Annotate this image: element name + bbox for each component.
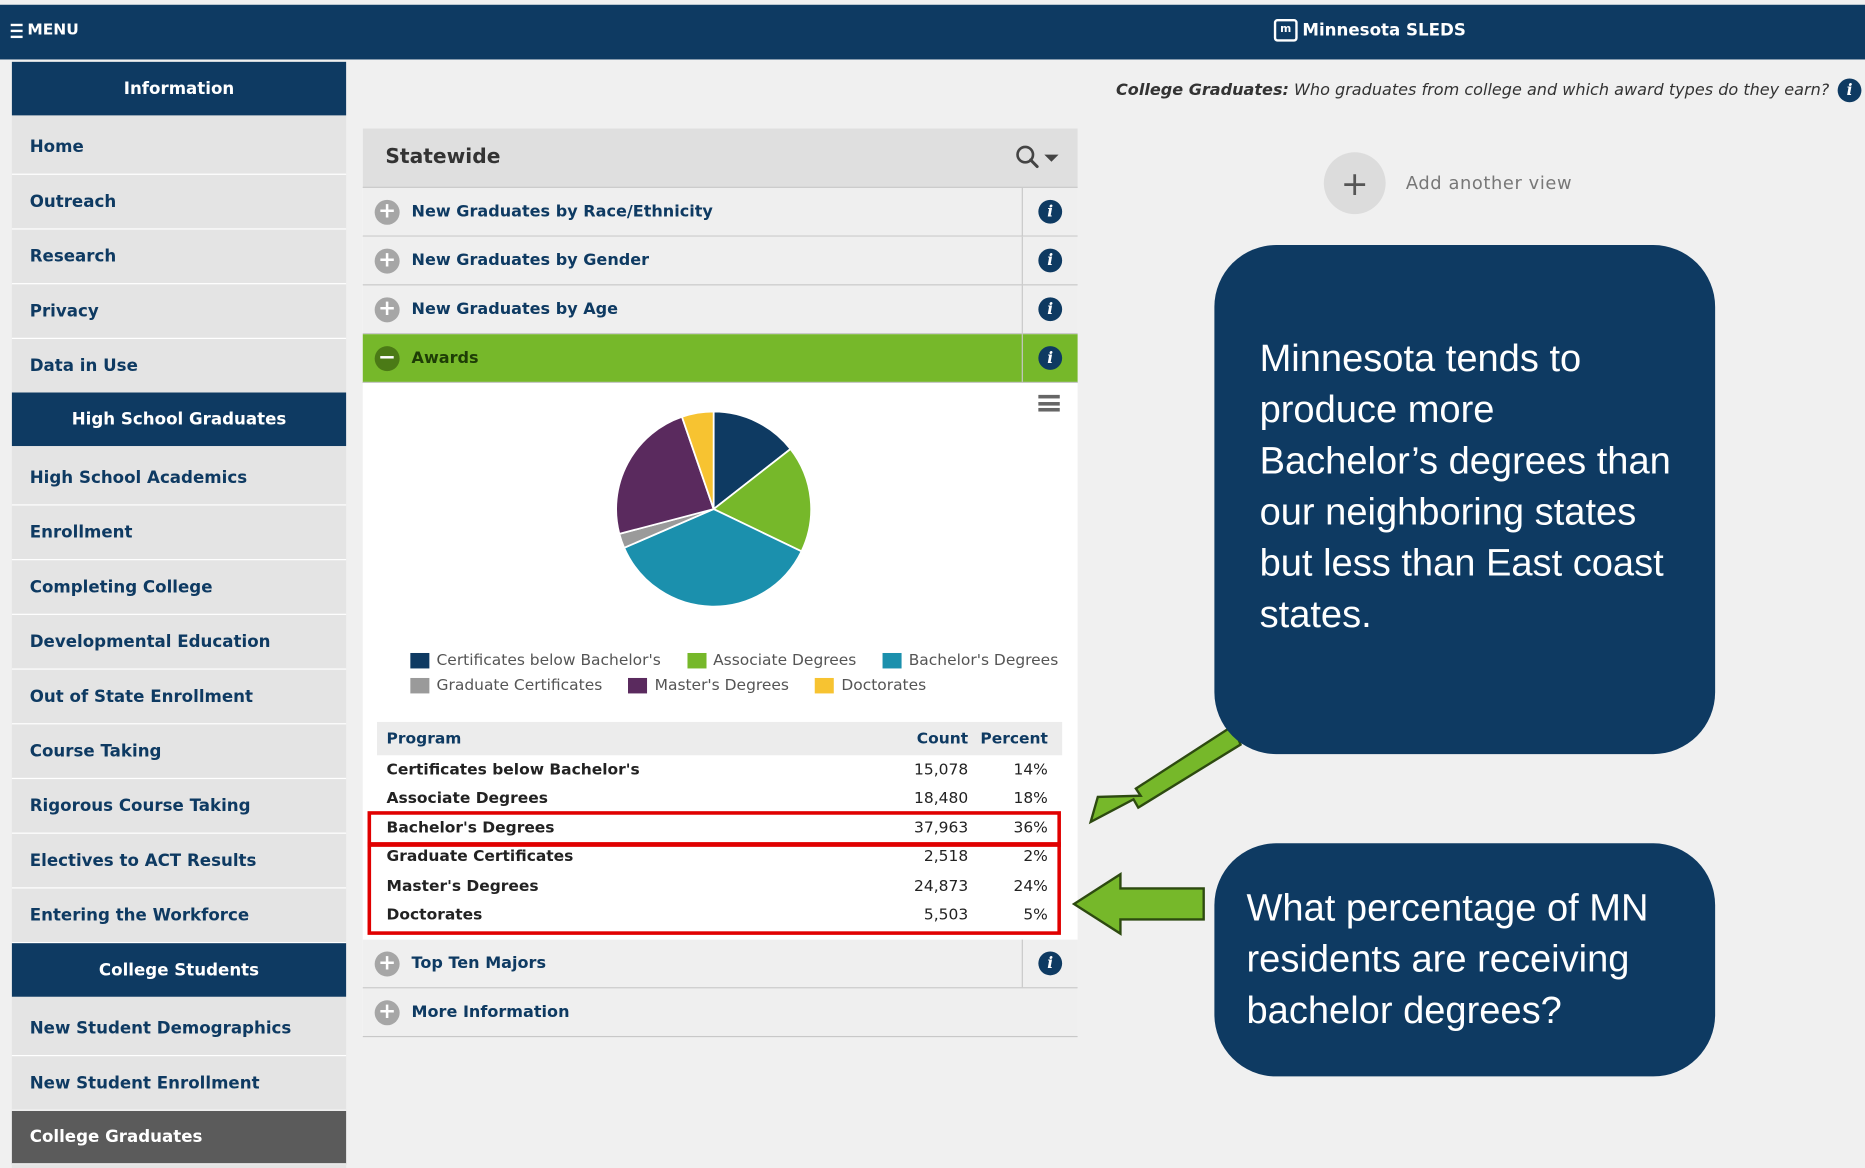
legend-label: Associate Degrees xyxy=(713,651,857,670)
sleds-logo-icon: m xyxy=(1273,19,1298,42)
search-dropdown-icon[interactable] xyxy=(1015,144,1063,170)
expand-plus-icon[interactable]: + xyxy=(374,199,400,225)
page-question-text: Who graduates from college and which awa… xyxy=(1288,80,1830,100)
section-more-information[interactable]: + More Information xyxy=(362,988,1078,1038)
table-header: Program Count Percent xyxy=(377,721,1063,756)
legend-item[interactable]: Bachelor's Degrees xyxy=(882,651,1059,670)
legend-swatch xyxy=(628,677,648,694)
info-icon[interactable]: i xyxy=(1038,248,1063,273)
legend-item[interactable]: Doctorates xyxy=(815,677,926,695)
callout-question: What percentage of MN residents are rece… xyxy=(1214,843,1716,1077)
sidebar-item-completing-college[interactable]: Completing College xyxy=(11,561,347,615)
sidebar-item-entering-the-workforce[interactable]: Entering the Workforce xyxy=(11,889,347,944)
section-race-ethnicity[interactable]: + New Graduates by Race/Ethnicity i xyxy=(362,187,1078,237)
sidebar-item-out-of-state-enrollment[interactable]: Out of State Enrollment xyxy=(11,670,347,725)
sidebar-item-new-student-enrollment[interactable]: New Student Enrollment xyxy=(11,1057,347,1111)
table-row: Associate Degrees 18,480 18% xyxy=(377,784,1062,813)
expand-plus-icon[interactable]: + xyxy=(374,950,400,976)
info-icon[interactable]: i xyxy=(1038,951,1063,976)
info-icon[interactable]: i xyxy=(1038,346,1063,370)
sidebar-section-information: Information xyxy=(11,61,347,116)
chart-legend: Certificates below Bachelor's Associate … xyxy=(410,651,1058,702)
legend-item[interactable]: Master's Degrees xyxy=(628,677,789,695)
cell-count: 15,078 xyxy=(914,760,969,779)
legend-swatch xyxy=(410,652,430,669)
menu-label: MENU xyxy=(27,21,79,40)
sidebar-item-enrollment[interactable]: Enrollment xyxy=(11,506,347,561)
sidebar: Information Home Outreach Research Priva… xyxy=(11,61,347,1168)
panel-header: Statewide xyxy=(362,128,1078,188)
section-age[interactable]: + New Graduates by Age i xyxy=(362,285,1078,335)
sidebar-item-rigorous-course-taking[interactable]: Rigorous Course Taking xyxy=(11,780,347,834)
sidebar-item-high-school-academics[interactable]: High School Academics xyxy=(11,451,347,506)
collapse-minus-icon[interactable]: − xyxy=(374,345,400,371)
sidebar-section-college-students: College Students xyxy=(11,943,347,997)
legend-item[interactable]: Graduate Certificates xyxy=(410,677,602,695)
sidebar-item-developmental-education[interactable]: Developmental Education xyxy=(11,616,347,670)
sidebar-item-outreach[interactable]: Outreach xyxy=(11,176,347,230)
green-arrow-icon xyxy=(1071,872,1205,936)
sidebar-item-course-taking[interactable]: Course Taking xyxy=(11,725,347,780)
legend-swatch xyxy=(815,677,835,694)
cell-percent: 18% xyxy=(1013,790,1048,808)
expand-plus-icon[interactable]: + xyxy=(374,247,400,273)
table-row: Certificates below Bachelor's 15,078 14% xyxy=(377,755,1062,784)
hamburger-menu-icon xyxy=(10,23,23,38)
panel-title: Statewide xyxy=(385,145,501,169)
legend-swatch xyxy=(686,652,706,669)
section-label: New Graduates by Gender xyxy=(411,250,650,270)
legend-swatch xyxy=(882,652,902,669)
col-header-program[interactable]: Program xyxy=(377,730,853,748)
cell-program: Associate Degrees xyxy=(386,790,548,808)
cell-count: 18,480 xyxy=(914,790,969,808)
legend-swatch xyxy=(410,677,430,694)
expand-plus-icon[interactable]: + xyxy=(374,296,400,322)
legend-item[interactable]: Associate Degrees xyxy=(686,651,857,670)
cell-percent: 14% xyxy=(1013,760,1048,779)
legend-item[interactable]: Certificates below Bachelor's xyxy=(410,651,661,670)
info-icon[interactable]: i xyxy=(1038,297,1063,322)
legend-label: Master's Degrees xyxy=(654,676,789,695)
legend-label: Doctorates xyxy=(841,676,927,695)
legend-label: Graduate Certificates xyxy=(436,676,603,695)
callout-minnesota-bachelors: Minnesota tends to produce more Bachelor… xyxy=(1214,245,1716,755)
sidebar-item-home[interactable]: Home xyxy=(11,121,347,175)
section-label: New Graduates by Race/Ethnicity xyxy=(411,202,713,222)
sidebar-section-high-school-graduates: High School Graduates xyxy=(11,392,347,447)
expand-plus-icon[interactable]: + xyxy=(374,999,400,1025)
add-view-label: Add another view xyxy=(1405,172,1573,194)
add-view-button[interactable]: + Add another view xyxy=(1323,152,1573,215)
brand[interactable]: m Minnesota SLEDS xyxy=(1273,19,1466,42)
section-label: Top Ten Majors xyxy=(411,953,547,973)
sidebar-item-data-in-use[interactable]: Data in Use xyxy=(11,340,347,394)
page-question: College Graduates: Who graduates from co… xyxy=(1116,81,1829,100)
sidebar-item-electives-to-act-results[interactable]: Electives to ACT Results xyxy=(11,834,347,889)
info-icon[interactable]: i xyxy=(1038,199,1063,224)
chart-menu-icon[interactable] xyxy=(1038,394,1060,412)
col-header-percent[interactable]: Percent xyxy=(968,730,1052,748)
menu-button[interactable]: MENU xyxy=(10,21,79,40)
sidebar-item-college-graduates[interactable]: College Graduates xyxy=(11,1110,347,1165)
plus-icon: + xyxy=(1323,152,1386,215)
page-question-topic: College Graduates: xyxy=(1116,80,1289,100)
section-label: Awards xyxy=(411,348,479,368)
top-bar: MENU m Minnesota SLEDS xyxy=(0,4,1865,60)
section-top-ten-majors[interactable]: + Top Ten Majors i xyxy=(362,939,1078,989)
legend-label: Bachelor's Degrees xyxy=(908,651,1059,670)
awards-pie-chart xyxy=(615,410,813,608)
section-awards[interactable]: − Awards i xyxy=(362,334,1078,383)
info-icon[interactable]: i xyxy=(1837,78,1862,103)
sidebar-item-research[interactable]: Research xyxy=(11,230,347,285)
sidebar-item-privacy[interactable]: Privacy xyxy=(11,285,347,339)
section-gender[interactable]: + New Graduates by Gender i xyxy=(362,236,1078,286)
screen: MENU m Minnesota SLEDS Information Home … xyxy=(0,0,1865,1168)
cell-program: Certificates below Bachelor's xyxy=(386,760,640,779)
col-header-count[interactable]: Count xyxy=(853,730,968,748)
sidebar-item-new-student-demographics[interactable]: New Student Demographics xyxy=(11,1002,347,1057)
section-label: New Graduates by Age xyxy=(411,299,619,319)
graduate-rows-highlight xyxy=(367,842,1061,935)
brand-name: Minnesota SLEDS xyxy=(1302,20,1466,40)
section-label: More Information xyxy=(411,1002,570,1022)
legend-label: Certificates below Bachelor's xyxy=(436,651,661,670)
